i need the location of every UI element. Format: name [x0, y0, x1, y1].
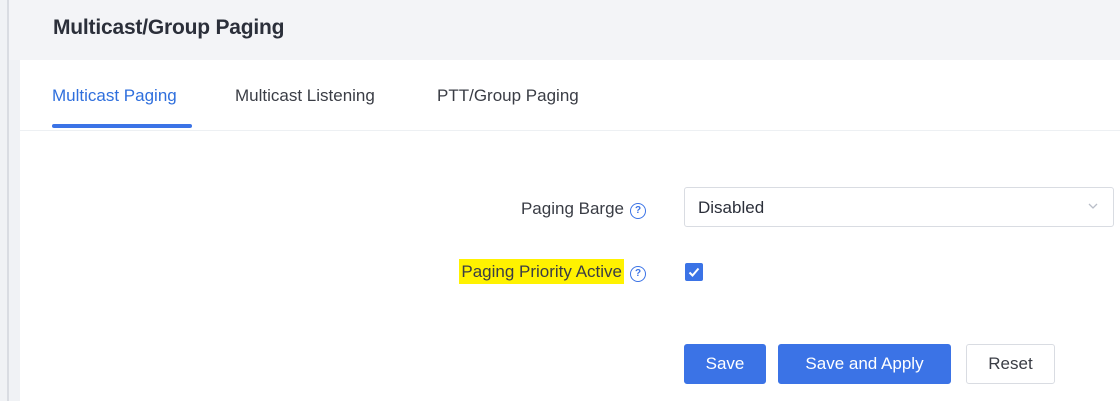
tab-ptt-group-paging[interactable]: PTT/Group Paging [437, 86, 579, 106]
paging-priority-label-text: Paging Priority Active [459, 259, 624, 284]
tab-multicast-paging[interactable]: Multicast Paging [52, 86, 177, 106]
help-icon[interactable]: ? [630, 203, 646, 219]
left-border [7, 0, 9, 401]
help-icon[interactable]: ? [630, 266, 646, 282]
reset-button[interactable]: Reset [966, 344, 1055, 384]
paging-priority-checkbox[interactable] [685, 263, 703, 281]
save-button[interactable]: Save [684, 344, 766, 384]
active-tab-indicator [52, 124, 192, 128]
tab-bar: Multicast Paging Multicast Listening PTT… [20, 60, 1120, 131]
paging-barge-label-text: Paging Barge [520, 199, 624, 218]
paging-priority-label: Paging Priority Active? [459, 259, 646, 284]
paging-barge-select[interactable]: Disabled [684, 187, 1114, 227]
tab-multicast-listening[interactable]: Multicast Listening [235, 86, 375, 106]
save-and-apply-button[interactable]: Save and Apply [778, 344, 951, 384]
page-header: Multicast/Group Paging [9, 0, 1120, 60]
check-icon [688, 267, 700, 277]
paging-barge-label: Paging Barge? [521, 199, 646, 219]
paging-barge-value: Disabled [698, 198, 765, 217]
chevron-down-icon [1088, 203, 1098, 209]
form-panel: Paging Barge? Disabled Paging Priority A… [20, 131, 1120, 401]
page-title: Multicast/Group Paging [53, 16, 285, 39]
